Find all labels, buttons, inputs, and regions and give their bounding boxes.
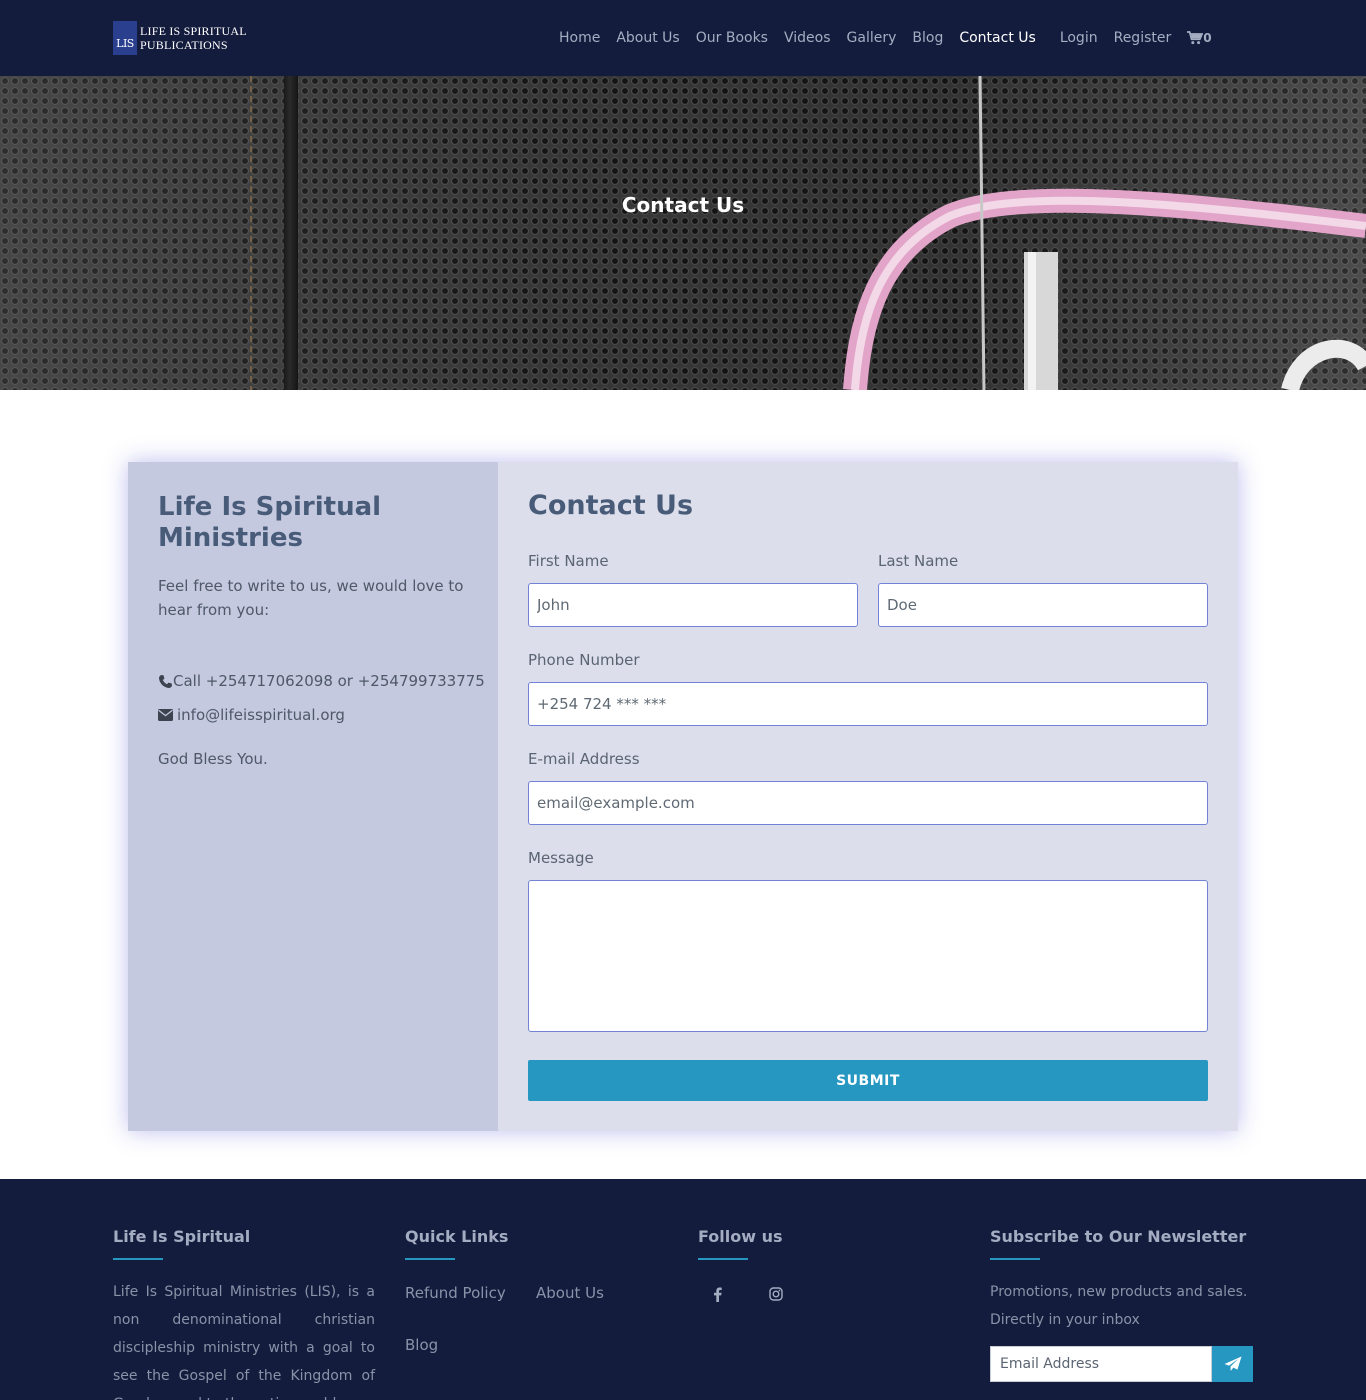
footer-about-text: Life Is Spiritual Ministries (LIS), is a… xyxy=(113,1284,375,1400)
nav-gallery[interactable]: Gallery xyxy=(847,30,897,46)
email-input[interactable] xyxy=(528,781,1208,825)
last-name-label: Last Name xyxy=(878,552,959,570)
footer-about: Life Is Spiritual Life Is Spiritual Mini… xyxy=(113,1227,375,1400)
main-nav: Home About Us Our Books Videos Gallery B… xyxy=(559,28,1212,48)
nav-home[interactable]: Home xyxy=(559,30,600,46)
navbar: LIS LIFE IS SPIRITUAL PUBLICATIONS Home … xyxy=(0,0,1366,76)
nav-blog[interactable]: Blog xyxy=(912,30,943,46)
nav-videos[interactable]: Videos xyxy=(784,30,831,46)
logo-text: LIFE IS SPIRITUAL PUBLICATIONS xyxy=(140,24,247,52)
footer-divider xyxy=(113,1258,163,1260)
footer-quick-links: Quick Links Refund Policy About Us Blog xyxy=(405,1227,604,1354)
phone-line: Call +254717062098 or +254799733775 xyxy=(158,672,485,690)
phone-label: Phone Number xyxy=(528,651,640,669)
contact-form: Contact Us First Name Last Name Phone Nu… xyxy=(498,462,1238,1131)
footer-about-title: Life Is Spiritual xyxy=(113,1227,251,1246)
email-label: E-mail Address xyxy=(528,750,640,768)
newsletter-submit-button[interactable] xyxy=(1212,1346,1253,1382)
instagram-icon[interactable] xyxy=(766,1284,786,1304)
footer-news-title: Subscribe to Our Newsletter xyxy=(990,1227,1247,1246)
paper-plane-icon xyxy=(1224,1356,1241,1371)
first-name-input[interactable] xyxy=(528,583,858,627)
last-name-input[interactable] xyxy=(878,583,1208,627)
email-text[interactable]: info@lifeisspiritual.org xyxy=(177,706,345,724)
hero-cable-graphic xyxy=(843,76,1366,390)
nav-register[interactable]: Register xyxy=(1114,30,1172,46)
footer-follow-title: Follow us xyxy=(698,1227,783,1246)
contact-card: Life Is Spiritual Ministries Feel free t… xyxy=(128,462,1238,1131)
envelope-icon xyxy=(158,709,177,721)
cart-button[interactable]: 0 xyxy=(1187,31,1212,45)
footer-links-title: Quick Links xyxy=(405,1227,509,1246)
info-panel: Life Is Spiritual Ministries Feel free t… xyxy=(128,462,498,1131)
footer-follow: Follow us xyxy=(698,1227,783,1302)
blessing-text: God Bless You. xyxy=(158,750,268,768)
facebook-icon[interactable] xyxy=(707,1284,727,1304)
nav-about-us[interactable]: About Us xyxy=(616,30,679,46)
footer-divider xyxy=(405,1258,455,1260)
site-logo[interactable]: LIS LIFE IS SPIRITUAL PUBLICATIONS xyxy=(113,21,247,55)
hero-banner: Contact Us xyxy=(0,76,1366,390)
submit-button[interactable]: SUBMIT xyxy=(528,1060,1208,1101)
footer-link-refund-policy[interactable]: Refund Policy xyxy=(405,1284,506,1302)
cart-count: 0 xyxy=(1203,31,1212,45)
info-intro: Feel free to write to us, we would love … xyxy=(158,577,464,619)
newsletter-form xyxy=(990,1346,1253,1382)
logo-line-2: PUBLICATIONS xyxy=(140,38,228,52)
footer: Life Is Spiritual Life Is Spiritual Mini… xyxy=(0,1179,1366,1400)
message-label: Message xyxy=(528,849,594,867)
cart-icon xyxy=(1187,31,1204,45)
phone-text: Call +254717062098 or +254799733775 xyxy=(173,672,485,690)
message-textarea[interactable] xyxy=(528,880,1208,1032)
first-name-label: First Name xyxy=(528,552,609,570)
nav-our-books[interactable]: Our Books xyxy=(696,30,768,46)
logo-mark: LIS xyxy=(113,21,137,55)
footer-divider xyxy=(990,1258,1040,1260)
footer-link-blog[interactable]: Blog xyxy=(405,1336,438,1354)
phone-icon xyxy=(158,674,173,689)
nav-login[interactable]: Login xyxy=(1060,30,1098,46)
footer-newsletter: Subscribe to Our Newsletter Promotions, … xyxy=(990,1227,1253,1382)
footer-divider xyxy=(698,1258,748,1260)
phone-input[interactable] xyxy=(528,682,1208,726)
logo-line-1: LIFE IS SPIRITUAL xyxy=(140,24,247,38)
email-line: info@lifeisspiritual.org xyxy=(158,706,468,724)
newsletter-email-input[interactable] xyxy=(990,1346,1212,1382)
hero-title: Contact Us xyxy=(621,193,745,217)
footer-news-text: Promotions, new products and sales. Dire… xyxy=(990,1284,1248,1328)
org-title: Life Is Spiritual Ministries xyxy=(158,492,382,553)
nav-contact-us[interactable]: Contact Us xyxy=(959,30,1035,46)
form-title: Contact Us xyxy=(528,490,694,521)
footer-link-about-us[interactable]: About Us xyxy=(536,1284,604,1302)
